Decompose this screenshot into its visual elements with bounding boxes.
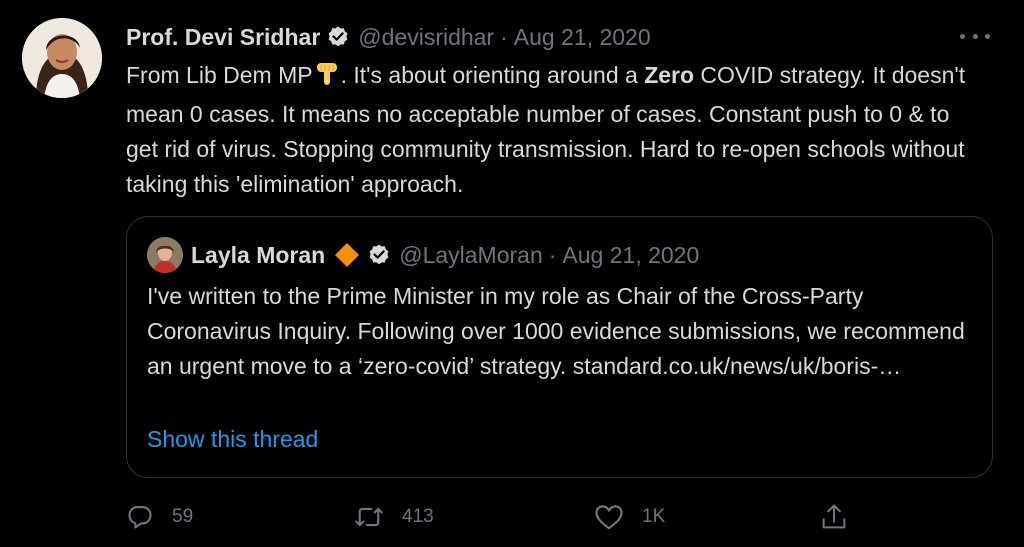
orange-diamond-icon [333, 241, 361, 269]
quoted-tweet-header: Layla Moran @LaylaMoran · Aug 21, 2020 [147, 237, 699, 273]
show-thread-link[interactable]: Show this thread [147, 424, 318, 454]
retweet-button[interactable]: 413 [354, 499, 434, 535]
retweet-icon [354, 503, 384, 531]
tweet-text-bold: Zero [644, 62, 695, 88]
quoted-tweet-date[interactable]: Aug 21, 2020 [562, 240, 699, 270]
author-avatar[interactable] [22, 18, 102, 98]
tweet-header: Prof. Devi Sridhar @devisridhar · Aug 21… [126, 22, 651, 52]
header-separator: · [500, 24, 508, 50]
author-handle[interactable]: @devisridhar [358, 22, 494, 52]
verified-badge-icon [326, 25, 350, 49]
share-button[interactable] [820, 499, 848, 535]
reply-button[interactable]: 59 [126, 499, 193, 535]
author-display-name[interactable]: Prof. Devi Sridhar [126, 22, 320, 52]
more-options-icon[interactable] [960, 26, 990, 46]
tweet: Prof. Devi Sridhar @devisridhar · Aug 21… [0, 0, 1024, 547]
reply-icon [126, 503, 154, 531]
quoted-tweet[interactable]: Layla Moran @LaylaMoran · Aug 21, 2020 I… [126, 216, 993, 478]
quoted-author-handle[interactable]: @LaylaMoran [399, 240, 543, 270]
quoted-tweet-text: I've written to the Prime Minister in my… [147, 283, 965, 379]
quoted-header-separator: · [548, 242, 557, 268]
verified-badge-icon [367, 243, 391, 267]
tweet-text-part2: . It's about orienting around a [340, 62, 645, 88]
heart-icon [594, 503, 624, 531]
quoted-author-avatar[interactable] [147, 237, 183, 273]
quoted-profile-photo-icon [147, 237, 183, 273]
retweet-count: 413 [402, 506, 434, 527]
like-count: 1K [642, 506, 666, 527]
profile-photo-icon [22, 18, 102, 98]
tweet-actions: 59 413 1K [126, 499, 866, 535]
quoted-author-display-name[interactable]: Layla Moran [191, 240, 325, 270]
backhand-index-pointing-down-icon [315, 61, 339, 97]
share-icon [820, 502, 848, 532]
like-button[interactable]: 1K [594, 499, 665, 535]
tweet-date[interactable]: Aug 21, 2020 [514, 22, 651, 52]
reply-count: 59 [172, 506, 194, 527]
tweet-text: From Lib Dem MP . It's about orienting a… [126, 58, 986, 202]
tweet-text-part1: From Lib Dem MP [126, 62, 313, 88]
